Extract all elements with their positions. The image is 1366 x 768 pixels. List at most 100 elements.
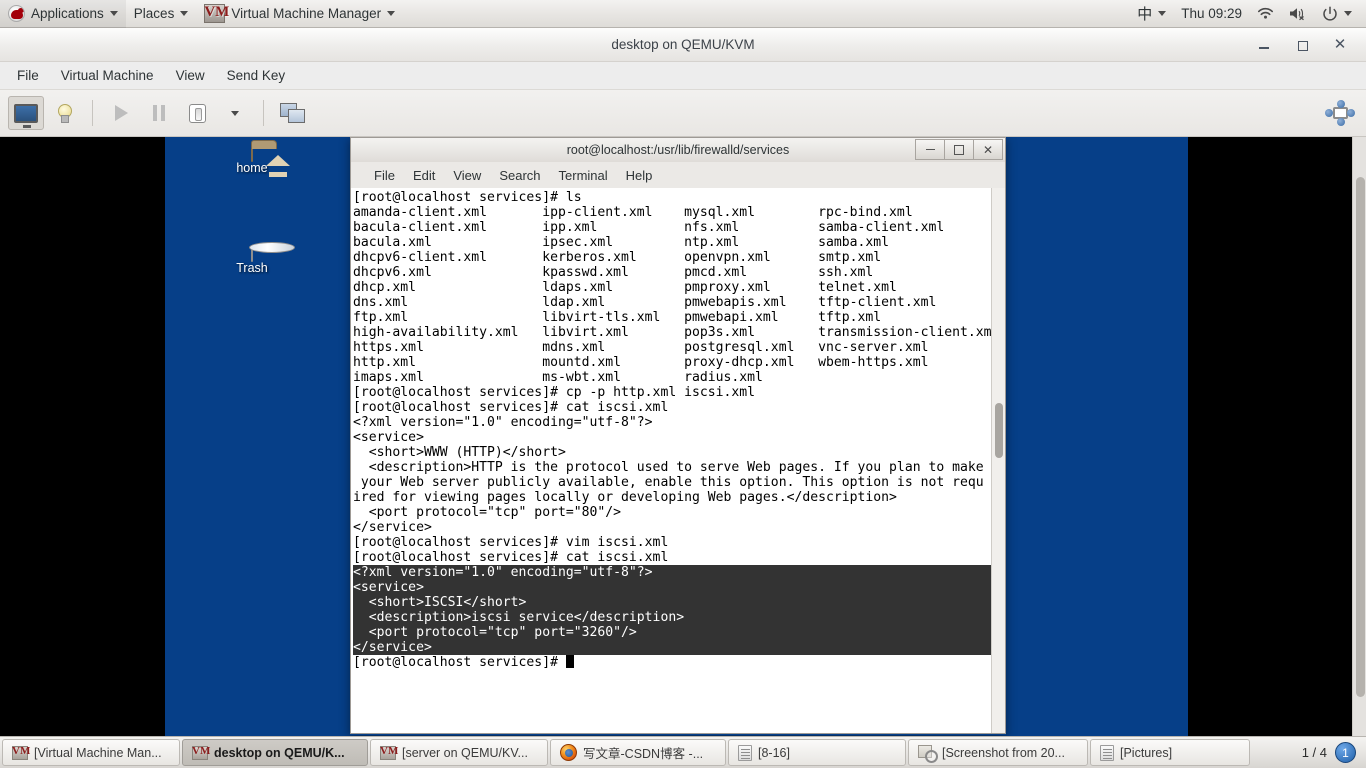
screenshot-icon: [918, 744, 938, 763]
terminal-line: amanda-client.xml ipp-client.xml mysql.x…: [353, 205, 913, 220]
taskbar-item-screenshot[interactable]: [Screenshot from 20...: [908, 739, 1088, 766]
wifi-icon: [1258, 7, 1273, 19]
file-manager-icon: [738, 744, 752, 761]
terminal-menu-help[interactable]: Help: [617, 165, 662, 186]
maximize-icon[interactable]: [1294, 37, 1310, 53]
input-method-indicator[interactable]: 中: [1131, 0, 1172, 28]
terminal-line: <short>WWW (HTTP)</short>: [353, 445, 566, 460]
toggle-fullscreen-button[interactable]: [1322, 96, 1358, 130]
taskbar-item-virtual-machine-manager[interactable]: [Virtual Machine Man...: [2, 739, 180, 766]
terminal-line-selected: <port protocol="tcp" port="3260"/>: [353, 625, 991, 640]
terminal-output[interactable]: [root@localhost services]# ls amanda-clie…: [351, 188, 991, 733]
minimize-icon[interactable]: [1256, 37, 1272, 53]
terminal-line: bacula-client.xml ipp.xml nfs.xml samba-…: [353, 220, 945, 235]
terminal-line: <service>: [353, 430, 424, 445]
taskbar-item-desktop-vm[interactable]: desktop on QEMU/K...: [182, 739, 368, 766]
vmm-menu-view[interactable]: View: [165, 64, 216, 87]
vmm-menu-file[interactable]: File: [6, 64, 50, 87]
terminal-menu-search[interactable]: Search: [490, 165, 549, 186]
terminal-line: ftp.xml libvirt-tls.xml pmwebapi.xml tft…: [353, 310, 882, 325]
close-icon[interactable]: ✕: [1332, 37, 1348, 53]
bottom-taskbar: [Virtual Machine Man... desktop on QEMU/…: [0, 736, 1366, 768]
shutdown-options-dropdown[interactable]: [217, 96, 253, 130]
terminal-line: </service>: [353, 520, 432, 535]
terminal-scrollbar[interactable]: [991, 188, 1005, 733]
pause-icon: [152, 105, 166, 121]
terminal-body[interactable]: [root@localhost services]# ls amanda-clie…: [350, 188, 1006, 734]
system-tray: 中 Thu 09:29: [1131, 0, 1366, 28]
pause-vm-button[interactable]: [141, 96, 177, 130]
power-menu[interactable]: [1316, 0, 1358, 28]
terminal-window[interactable]: root@localhost:/usr/lib/firewalld/servic…: [350, 137, 1006, 735]
taskbar-item-server-vm[interactable]: [server on QEMU/KV...: [370, 739, 548, 766]
volume-muted-icon: [1290, 8, 1304, 21]
vm-viewport-scrollbar-thumb[interactable]: [1356, 177, 1365, 697]
terminal-line: ired for viewing pages locally or develo…: [353, 490, 897, 505]
taskbar-item-firefox[interactable]: 写文章-CSDN博客 -...: [550, 739, 726, 766]
terminal-titlebar: root@localhost:/usr/lib/firewalld/servic…: [350, 137, 1006, 162]
terminal-menu-terminal[interactable]: Terminal: [550, 165, 617, 186]
desktop-icon-label: Trash: [236, 261, 268, 275]
volume-indicator[interactable]: [1283, 0, 1313, 28]
redhat-logo-icon: [8, 5, 25, 22]
terminal-line: [root@localhost services]# cp -p http.xm…: [353, 385, 756, 400]
manage-snapshots-button[interactable]: [274, 96, 310, 130]
terminal-scrollbar-thumb[interactable]: [995, 403, 1003, 458]
screen-root: Applications Places Virtual Machine Mana…: [0, 0, 1366, 768]
show-graphical-console-button[interactable]: [8, 96, 44, 130]
terminal-cursor: [565, 655, 574, 668]
desktop-icon-home[interactable]: home: [209, 146, 295, 175]
network-indicator[interactable]: [1251, 0, 1280, 28]
vm-viewport-scrollbar[interactable]: [1352, 137, 1366, 736]
terminal-line: dhcpv6.xml kpasswd.xml pmcd.xml ssh.xml: [353, 265, 874, 280]
vmm-menu-send-key[interactable]: Send Key: [216, 64, 297, 87]
menu-applications-label: Applications: [31, 6, 104, 21]
terminal-line: your Web server publicly available, enab…: [353, 475, 984, 490]
vmm-menu-virtual-machine[interactable]: Virtual Machine: [50, 64, 165, 87]
taskbar-item-label: desktop on QEMU/K...: [214, 745, 345, 760]
terminal-line: dns.xml ldap.xml pmwebapis.xml tftp-clie…: [353, 295, 937, 310]
terminal-title: root@localhost:/usr/lib/firewalld/servic…: [566, 143, 790, 157]
terminal-line: dhcpv6-client.xml kerberos.xml openvpn.x…: [353, 250, 882, 265]
vmm-window: desktop on QEMU/KVM ✕ File Virtual Machi…: [0, 28, 1366, 736]
guest-desktop[interactable]: home Trash root@localhost:/usr/lib/firew…: [165, 137, 1188, 736]
run-vm-button[interactable]: [103, 96, 139, 130]
maximize-icon[interactable]: [944, 139, 974, 160]
file-manager-icon: [1100, 744, 1114, 761]
firefox-icon: [560, 744, 577, 761]
clock[interactable]: Thu 09:29: [1175, 0, 1248, 28]
terminal-menu-edit[interactable]: Edit: [404, 165, 444, 186]
vm-console-viewport[interactable]: home Trash root@localhost:/usr/lib/firew…: [0, 137, 1366, 736]
terminal-line-selected: </service>: [353, 640, 991, 655]
terminal-line-selected: <short>ISCSI</short>: [353, 595, 991, 610]
workspace-badge[interactable]: 1: [1335, 742, 1356, 763]
terminal-line: [root@localhost services]# ls: [353, 190, 582, 205]
minimize-icon[interactable]: [915, 139, 945, 160]
chevron-down-icon: [387, 11, 396, 16]
taskbar-item-label: [server on QEMU/KV...: [402, 745, 528, 760]
terminal-menu-file[interactable]: File: [365, 165, 404, 186]
taskbar-item-folder-8-16[interactable]: [8-16]: [728, 739, 906, 766]
show-hardware-details-button[interactable]: [46, 96, 82, 130]
home-folder-icon: [251, 146, 253, 162]
terminal-line: <port protocol="tcp" port="80"/>: [353, 505, 622, 520]
close-icon[interactable]: ✕: [973, 139, 1003, 160]
play-icon: [114, 105, 128, 121]
menu-applications[interactable]: Applications: [0, 0, 126, 28]
power-icon: [1323, 5, 1337, 21]
vmm-window-icon: [380, 745, 398, 760]
terminal-prompt-line: [root@localhost services]#: [353, 655, 991, 670]
desktop-icon-trash[interactable]: Trash: [209, 246, 295, 275]
menu-places[interactable]: Places: [126, 0, 197, 28]
chevron-down-icon: [180, 11, 189, 16]
vmm-window-icon: [192, 745, 210, 760]
clock-label: Thu 09:29: [1181, 6, 1242, 21]
vmm-window-icon: [12, 745, 30, 760]
window-menu-virtual-machine-manager[interactable]: Virtual Machine Manager: [196, 0, 403, 28]
taskbar-item-label: 写文章-CSDN博客 -...: [583, 747, 704, 761]
vmm-menubar: File Virtual Machine View Send Key: [0, 62, 1366, 90]
terminal-menu-view[interactable]: View: [444, 165, 490, 186]
terminal-line-selected: <description>iscsi service</description>: [353, 610, 991, 625]
taskbar-item-pictures[interactable]: [Pictures]: [1090, 739, 1250, 766]
shutdown-vm-button[interactable]: [179, 96, 215, 130]
